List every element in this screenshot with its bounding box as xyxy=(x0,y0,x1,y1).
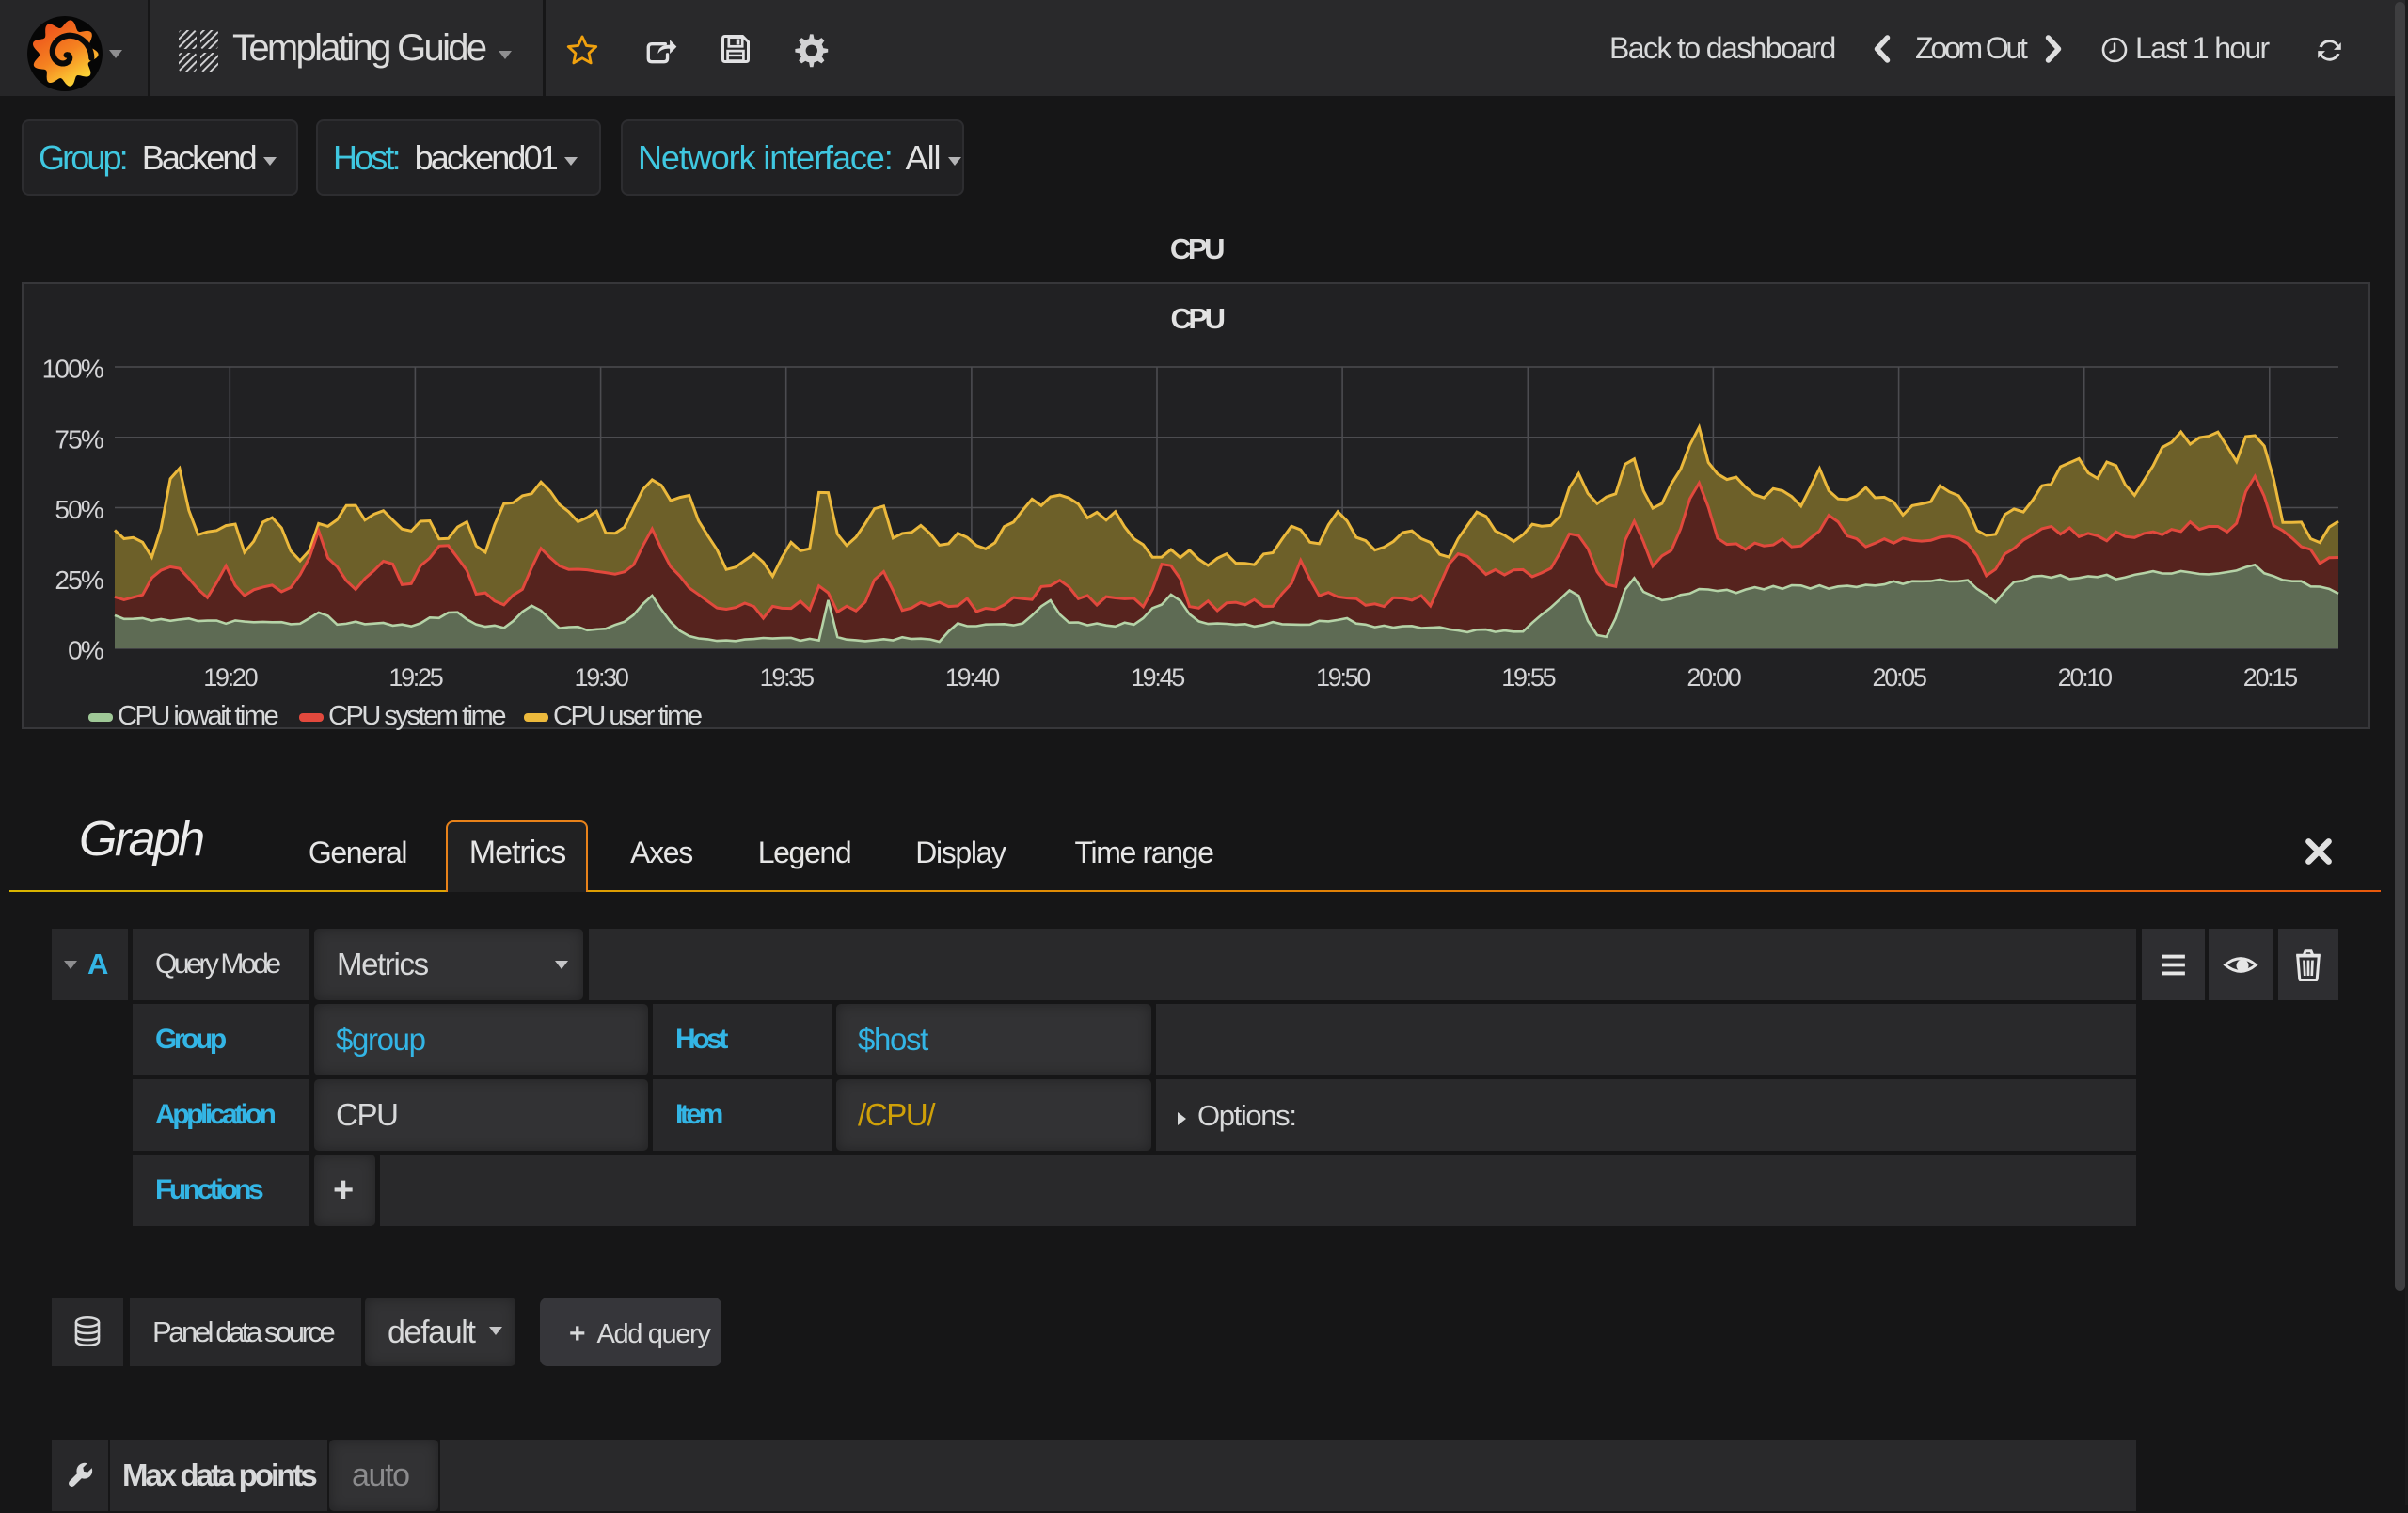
svg-text:20:05: 20:05 xyxy=(1873,663,1926,692)
svg-text:CPU: CPU xyxy=(1171,302,1225,335)
svg-text:25%: 25% xyxy=(55,565,103,595)
svg-text:19:45: 19:45 xyxy=(1131,663,1184,692)
svg-text:75%: 75% xyxy=(55,424,103,454)
svg-text:19:25: 19:25 xyxy=(388,663,442,692)
svg-text:100%: 100% xyxy=(42,355,103,384)
svg-text:19:50: 19:50 xyxy=(1316,663,1370,692)
svg-text:50%: 50% xyxy=(55,495,103,524)
svg-text:20:10: 20:10 xyxy=(2058,663,2112,692)
svg-text:19:20: 19:20 xyxy=(203,663,257,692)
svg-text:19:55: 19:55 xyxy=(1501,663,1555,692)
svg-text:20:00: 20:00 xyxy=(1687,663,1740,692)
svg-text:19:30: 19:30 xyxy=(575,663,628,692)
svg-text:19:35: 19:35 xyxy=(760,663,814,692)
svg-text:20:15: 20:15 xyxy=(2243,663,2297,692)
svg-text:0%: 0% xyxy=(68,636,103,665)
svg-text:19:40: 19:40 xyxy=(945,663,999,692)
